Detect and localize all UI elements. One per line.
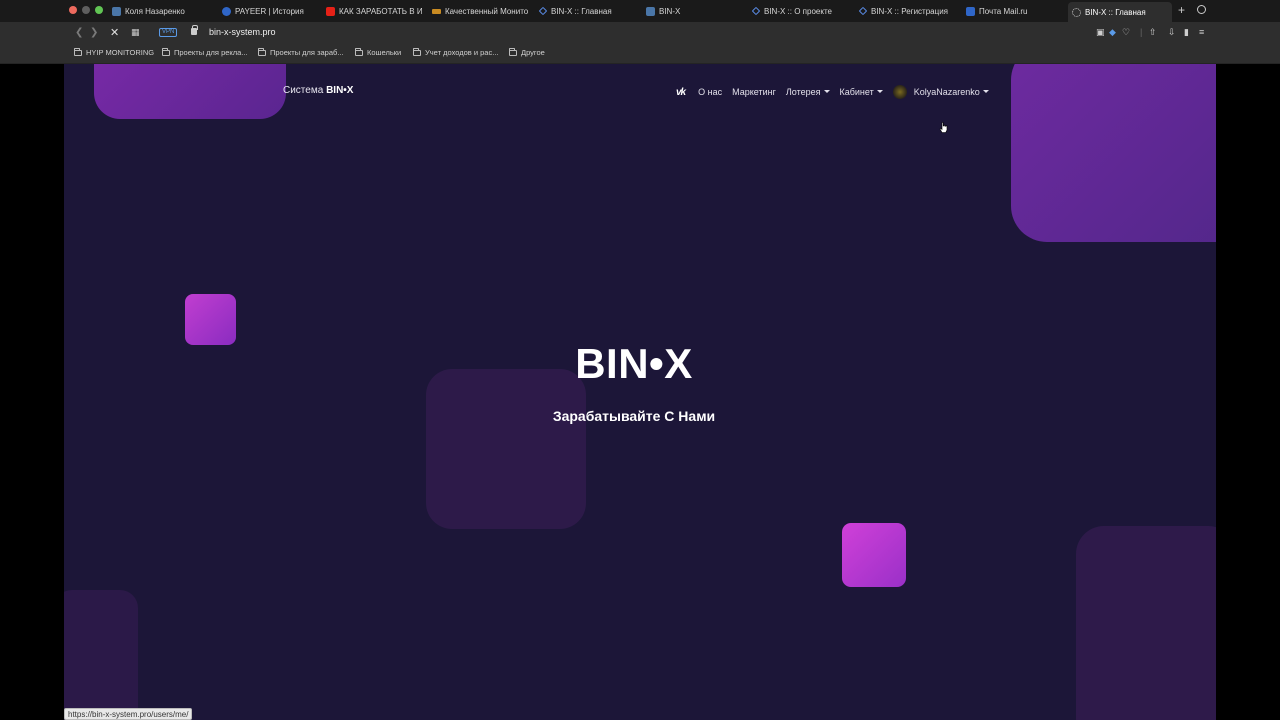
youtube-icon xyxy=(326,6,335,16)
decorative-square xyxy=(64,590,138,720)
nav-lottery-label: Лотерея xyxy=(785,87,821,97)
forward-arrow-icon[interactable]: ❯ xyxy=(90,27,98,38)
folder-icon xyxy=(258,47,266,56)
folder-icon xyxy=(413,47,421,56)
menu-icon[interactable]: ≡ xyxy=(1199,27,1204,37)
tab-9[interactable]: Почта Mail.ru xyxy=(966,3,1062,19)
tab-label: Качественный Монитор xyxy=(445,6,528,16)
nav-cabinet-label: Кабинет xyxy=(839,87,874,97)
tab-search-icon[interactable] xyxy=(1197,5,1206,14)
brand-name: BIN•X xyxy=(326,85,354,96)
folder-icon xyxy=(162,47,170,56)
bookmark-income-tracking[interactable]: Учет доходов и рас... xyxy=(413,47,499,57)
tab-1[interactable]: Коля Назаренко xyxy=(112,3,212,19)
hand-cursor-icon xyxy=(939,122,948,133)
monitor-icon xyxy=(432,8,441,14)
tab-label: BIN-X :: Главная xyxy=(551,6,612,16)
tab-10-active[interactable]: BIN-X :: Главная xyxy=(1068,2,1172,22)
bookmark-wallets[interactable]: Кошельки xyxy=(355,47,402,57)
shield-icon[interactable]: ◆ xyxy=(1109,27,1116,38)
nav-cabinet[interactable]: Кабинет xyxy=(840,87,883,97)
tab-label: BIN-X :: Регистрация xyxy=(871,6,948,16)
decorative-square xyxy=(426,369,586,529)
maximize-window-button[interactable] xyxy=(95,6,103,14)
binx-icon xyxy=(859,6,868,16)
binx-icon xyxy=(752,6,761,16)
battery-icon[interactable]: ▮ xyxy=(1184,27,1189,38)
tab-3[interactable]: КАК ЗАРАБОТАТЬ В ИНТ xyxy=(326,3,423,19)
vk-icon xyxy=(112,6,121,16)
username-label: KolyaNazarenko xyxy=(913,87,980,97)
bookmark-label: Кошельки xyxy=(367,48,402,57)
bookmark-label: Проекты для рекла... xyxy=(174,48,248,57)
decorative-square xyxy=(1011,64,1216,242)
back-arrow-icon[interactable]: ❮ xyxy=(75,27,83,38)
address-bar: ❮ ❯ ✕ ▦ VPN bin-x-system.pro ▣ ◆ ♡ | ⇧ ⇩… xyxy=(0,22,1280,44)
nav-lottery[interactable]: Лотерея xyxy=(786,87,830,97)
tab-label: Почта Mail.ru xyxy=(979,6,1028,16)
page-content: Система BIN•X vk О нас Маркетинг Лотерея… xyxy=(64,64,1216,720)
tab-bar: Коля Назаренко PAYEER | История КАК ЗАРА… xyxy=(0,0,1280,22)
tab-2[interactable]: PAYEER | История xyxy=(222,3,318,19)
tab-label: Коля Назаренко xyxy=(125,6,185,16)
hero-title: BIN•X xyxy=(575,340,693,387)
bookmark-other[interactable]: Другое xyxy=(509,47,545,57)
tab-label: КАК ЗАРАБОТАТЬ В ИНТ xyxy=(339,6,423,16)
loading-icon xyxy=(1072,7,1081,17)
site-nav: vk О нас Маркетинг Лотерея Кабинет Kolya… xyxy=(676,85,999,99)
nav-about[interactable]: О нас xyxy=(698,87,722,97)
bookmark-label: Другое xyxy=(521,48,545,57)
status-bar-url: https://bin-x-system.pro/users/me/ xyxy=(64,708,193,720)
nav-marketing[interactable]: Маркетинг xyxy=(732,87,776,97)
hero-subtitle: Зарабатывайте С Нами xyxy=(552,408,716,424)
lock-icon[interactable] xyxy=(191,25,198,35)
avatar[interactable] xyxy=(892,85,907,99)
binx-icon xyxy=(539,6,548,16)
site-logo[interactable]: Система BIN•X xyxy=(283,85,353,96)
stop-loading-icon[interactable]: ✕ xyxy=(110,26,119,39)
tab-label: BIN-X :: О проекте xyxy=(764,6,832,16)
download-icon[interactable]: ⇩ xyxy=(1168,27,1176,38)
decorative-square xyxy=(842,523,906,587)
minimize-window-button[interactable] xyxy=(82,6,90,14)
speed-dial-grid-icon[interactable]: ▦ xyxy=(131,27,140,38)
bookmark-earn-projects[interactable]: Проекты для зараб... xyxy=(258,47,344,57)
bookmark-label: HYIP MONITORING xyxy=(86,48,155,57)
close-window-button[interactable] xyxy=(69,6,77,14)
tab-label: BIN-X xyxy=(659,6,681,16)
vk-icon[interactable]: vk xyxy=(676,87,686,98)
folder-icon xyxy=(509,47,517,56)
new-tab-plus-icon[interactable]: + xyxy=(1178,3,1185,17)
mail-icon xyxy=(966,6,975,16)
nav-user-menu[interactable]: KolyaNazarenko xyxy=(914,87,989,97)
camera-icon[interactable]: ▣ xyxy=(1096,27,1105,38)
separator-icon: | xyxy=(1140,27,1143,37)
share-icon[interactable]: ⇧ xyxy=(1149,27,1157,38)
vpn-badge[interactable]: VPN xyxy=(159,28,178,37)
decorative-square xyxy=(185,294,236,345)
tab-8[interactable]: BIN-X :: Регистрация xyxy=(859,3,955,19)
tab-label: BIN-X :: Главная xyxy=(1085,7,1146,17)
bookmark-label: Проекты для зараб... xyxy=(270,48,344,57)
bookmark-ads-projects[interactable]: Проекты для рекла... xyxy=(162,47,248,57)
payeer-icon xyxy=(222,6,231,16)
tab-4[interactable]: Качественный Монитор xyxy=(432,3,528,19)
tab-6[interactable]: BIN-X xyxy=(646,3,742,19)
bookmark-hyip-monitoring[interactable]: HYIP MONITORING xyxy=(74,47,155,57)
vk-icon xyxy=(646,6,655,16)
bookmarks-bar: HYIP MONITORING Проекты для рекла... Про… xyxy=(0,44,1280,64)
url-field[interactable]: bin-x-system.pro xyxy=(209,27,276,37)
tab-5[interactable]: BIN-X :: Главная xyxy=(539,3,635,19)
tab-label: PAYEER | История xyxy=(235,6,304,16)
folder-icon xyxy=(74,47,82,56)
folder-icon xyxy=(355,47,363,56)
bookmark-label: Учет доходов и рас... xyxy=(425,48,499,57)
decorative-square xyxy=(94,64,286,119)
decorative-square xyxy=(1076,526,1216,720)
tab-7[interactable]: BIN-X :: О проекте xyxy=(752,3,848,19)
brand-prefix: Система xyxy=(283,85,324,96)
heart-icon[interactable]: ♡ xyxy=(1122,27,1130,38)
